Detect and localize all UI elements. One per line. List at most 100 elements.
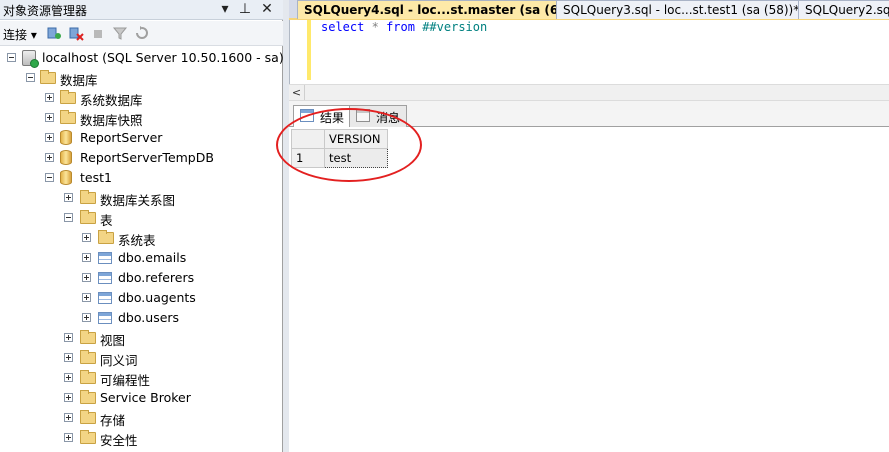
tree-node[interactable]: ReportServer (0, 128, 280, 148)
object-explorer-panel: 对象资源管理器 ▾ ⊥ ✕ 连接 ▾ localhost (SQL Server… (0, 0, 284, 452)
tree-node-label: 数据库关系图 (100, 193, 176, 208)
tree-node[interactable]: 系统表 (0, 228, 280, 248)
tree-node[interactable]: dbo.uagents (0, 288, 280, 308)
change-indicator-bar (307, 20, 311, 80)
row-number[interactable]: 1 (291, 148, 325, 168)
object-explorer-tree: localhost (SQL Server 10.50.1600 - sa) 数据… (0, 48, 284, 452)
server-icon (22, 50, 39, 68)
editor-horizontal-scrollbar[interactable]: < (289, 84, 889, 101)
expand-icon[interactable] (64, 393, 73, 402)
tab-results[interactable]: 结果 (293, 105, 352, 128)
messages-icon (356, 109, 370, 122)
expand-icon[interactable] (64, 353, 73, 362)
expand-icon[interactable] (64, 333, 73, 342)
tree-node[interactable]: 数据库快照 (0, 108, 280, 128)
tree-node-label: 系统数据库 (80, 93, 143, 108)
tree-node[interactable]: 可编程性 (0, 368, 280, 388)
expand-icon[interactable] (64, 433, 73, 442)
expand-icon[interactable] (82, 253, 91, 262)
tree-node-label: 同义词 (100, 353, 138, 368)
folder-icon (40, 70, 56, 84)
collapse-icon[interactable] (45, 173, 54, 182)
tree-node[interactable]: test1 (0, 168, 280, 188)
tree-node[interactable]: 安全性 (0, 428, 280, 448)
tab-sqlquery4[interactable]: SQLQuery4.sql - loc...st.master (sa (60)… (297, 0, 591, 19)
folder-icon (80, 210, 96, 224)
folder-icon (80, 330, 96, 344)
expand-icon[interactable] (82, 273, 91, 282)
folder-icon (98, 230, 114, 244)
column-header-version[interactable]: VERSION (324, 129, 388, 149)
connect-server-icon[interactable] (46, 25, 62, 41)
tree-node[interactable]: 同义词 (0, 348, 280, 368)
tree-node-label: 表 (100, 213, 113, 228)
expand-icon[interactable] (64, 373, 73, 382)
pin-icon[interactable]: ⊥ (236, 0, 254, 18)
expand-icon[interactable] (64, 413, 73, 422)
table-icon (98, 252, 112, 264)
tree-node[interactable]: dbo.referers (0, 268, 280, 288)
collapse-icon[interactable] (64, 213, 73, 222)
tree-node[interactable]: 存储 (0, 408, 280, 428)
document-tabs: SQLQuery4.sql - loc...st.master (sa (60)… (289, 0, 889, 20)
expand-icon[interactable] (45, 153, 54, 162)
expand-icon[interactable] (45, 113, 54, 122)
tab-sqlquery2[interactable]: SQLQuery2.sql (798, 0, 889, 19)
object-name: ##version (422, 20, 488, 34)
dropdown-icon[interactable]: ▾ (216, 0, 234, 18)
tree-node-label: ReportServer (80, 130, 163, 145)
tree-node-label: 存储 (100, 413, 126, 428)
tree-node-label: Service Broker (100, 390, 191, 405)
expand-icon[interactable] (82, 313, 91, 322)
tree-node[interactable]: 数据库 (0, 68, 280, 88)
keyword-select: select (321, 20, 365, 34)
stop-icon[interactable] (90, 25, 106, 41)
tree-node-label: ReportServerTempDB (80, 150, 214, 165)
results-grid: VERSION 1 test (291, 129, 388, 168)
tree-node-label: dbo.emails (118, 250, 187, 265)
query-text[interactable]: select * from ##version (321, 20, 487, 34)
tab-sqlquery3[interactable]: SQLQuery3.sql - loc...st.test1 (sa (58))… (556, 0, 807, 19)
tree-node[interactable]: dbo.emails (0, 248, 280, 268)
grid-corner[interactable] (291, 129, 325, 149)
scroll-left-icon[interactable]: < (289, 85, 305, 100)
database-icon (60, 170, 72, 185)
expand-icon[interactable] (64, 193, 73, 202)
folder-icon (80, 190, 96, 204)
tree-node[interactable]: Service Broker (0, 388, 280, 408)
table-row: 1 test (291, 148, 388, 168)
results-grid-area: VERSION 1 test (289, 127, 889, 452)
collapse-icon[interactable] (26, 73, 35, 82)
tree-node[interactable]: 视图 (0, 328, 280, 348)
connect-button[interactable]: 连接 ▾ (3, 26, 37, 43)
tree-node[interactable]: ReportServerTempDB (0, 148, 280, 168)
table-icon (98, 312, 112, 324)
collapse-icon[interactable] (7, 53, 16, 62)
folder-icon (80, 370, 96, 384)
tab-messages[interactable]: 消息 (349, 105, 408, 127)
tree-node[interactable]: 表 (0, 208, 280, 228)
expand-icon[interactable] (82, 293, 91, 302)
tree-node[interactable]: dbo.users (0, 308, 280, 328)
close-icon[interactable]: ✕ (258, 0, 276, 18)
tree-node-label: 可编程性 (100, 373, 151, 388)
object-explorer-toolbar: 连接 ▾ (0, 21, 283, 46)
tree-node-label: 视图 (100, 333, 126, 348)
grid-cell-version[interactable]: test (324, 148, 388, 168)
expand-icon[interactable] (45, 93, 54, 102)
table-icon (98, 292, 112, 304)
expand-icon[interactable] (45, 133, 54, 142)
table-icon (98, 272, 112, 284)
tree-node-label: localhost (SQL Server 10.50.1600 - sa) (42, 50, 284, 65)
folder-icon (60, 110, 76, 124)
expand-icon[interactable] (82, 233, 91, 242)
tree-node[interactable]: 数据库关系图 (0, 188, 280, 208)
filter-icon[interactable] (112, 25, 128, 41)
refresh-icon[interactable] (134, 25, 150, 41)
tree-node[interactable]: localhost (SQL Server 10.50.1600 - sa) (0, 48, 284, 68)
disconnect-icon[interactable] (68, 25, 84, 41)
tree-node-label: 系统表 (118, 233, 156, 248)
query-editor[interactable]: select * from ##version (289, 20, 889, 84)
tree-node[interactable]: 系统数据库 (0, 88, 280, 108)
object-explorer-titlebar: 对象资源管理器 ▾ ⊥ ✕ (0, 0, 283, 20)
